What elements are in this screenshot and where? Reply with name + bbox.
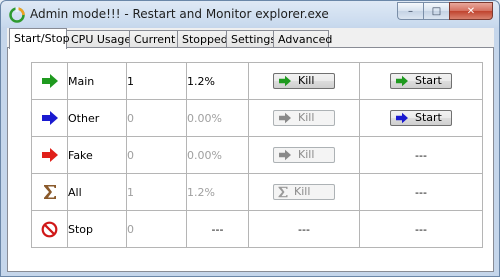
- kill-fake-button[interactable]: Kill: [273, 146, 335, 163]
- row-count: 1: [126, 62, 187, 100]
- row-cpu: 1.2%: [186, 173, 249, 211]
- tab-stopped[interactable]: Stopped: [177, 30, 228, 47]
- row-cpu: 0.00%: [186, 136, 249, 174]
- row-icon-cell: [31, 62, 68, 100]
- process-table: Main 1 1.2% Kill Start Other 0 0.00% Kil…: [31, 62, 483, 248]
- row-count: 1: [126, 173, 187, 211]
- kill-label: Kill: [298, 74, 315, 87]
- row-name: Stop: [67, 210, 127, 248]
- start-cell: Start: [359, 99, 483, 137]
- tab-advanced[interactable]: Advanced: [273, 30, 332, 47]
- row-count: 0: [126, 210, 187, 248]
- table-row-fake: Fake 0 0.00% Kill ---: [31, 136, 483, 174]
- green-arrow-icon: [396, 75, 408, 86]
- window-title: Admin mode!!! - Restart and Monitor expl…: [30, 7, 329, 21]
- start-placeholder: ---: [359, 210, 483, 248]
- red-arrow-icon: [41, 148, 58, 162]
- table-row-main: Main 1 1.2% Kill Start: [31, 62, 483, 100]
- row-cpu: 1.2%: [186, 62, 249, 100]
- tab-start-stop[interactable]: Start/Stop: [9, 28, 70, 49]
- sigma-icon: [278, 186, 288, 197]
- caption-buttons: – □ ✕: [397, 2, 493, 21]
- stop-icon: [41, 221, 58, 237]
- kill-main-button[interactable]: Kill: [273, 72, 335, 89]
- kill-cell: Kill: [248, 62, 360, 100]
- minimize-button[interactable]: –: [397, 2, 423, 20]
- row-count: 0: [126, 99, 187, 137]
- kill-label: Kill: [298, 111, 315, 124]
- title-bar[interactable]: Admin mode!!! - Restart and Monitor expl…: [1, 1, 499, 28]
- close-button[interactable]: ✕: [449, 2, 493, 20]
- tab-settings[interactable]: Settings: [226, 30, 276, 47]
- start-cell: Start: [359, 62, 483, 100]
- gray-arrow-icon: [279, 149, 291, 160]
- kill-label: Kill: [298, 148, 315, 161]
- kill-cell: Kill: [248, 136, 360, 174]
- start-label: Start: [415, 74, 442, 87]
- row-name: Main: [67, 62, 127, 100]
- blue-arrow-icon: [41, 111, 58, 125]
- client-area: Start/Stop CPU Usage Current Stopped Set…: [7, 28, 494, 272]
- tab-cpu-usage[interactable]: CPU Usage: [66, 30, 131, 47]
- tab-strip: Start/Stop CPU Usage Current Stopped Set…: [7, 28, 494, 49]
- kill-cell: Kill: [248, 173, 360, 211]
- row-icon-cell: [31, 136, 68, 174]
- start-placeholder: ---: [359, 173, 483, 211]
- row-cpu: 0.00%: [186, 99, 249, 137]
- row-cpu: ---: [186, 210, 249, 248]
- start-main-button[interactable]: Start: [390, 72, 452, 89]
- row-name: All: [67, 173, 127, 211]
- kill-placeholder: ---: [248, 210, 360, 248]
- green-arrow-icon: [279, 75, 291, 86]
- row-count: 0: [126, 136, 187, 174]
- row-icon-cell: [31, 99, 68, 137]
- maximize-button[interactable]: □: [423, 2, 449, 20]
- start-stop-panel: Main 1 1.2% Kill Start Other 0 0.00% Kil…: [7, 47, 494, 272]
- start-placeholder: ---: [359, 136, 483, 174]
- blue-arrow-icon: [396, 112, 408, 123]
- row-icon-cell: [31, 173, 68, 211]
- start-other-button[interactable]: Start: [390, 109, 452, 126]
- gray-arrow-icon: [279, 112, 291, 123]
- table-row-stop: Stop 0 --- --- ---: [31, 210, 483, 248]
- tab-current[interactable]: Current: [129, 30, 178, 47]
- app-window: Admin mode!!! - Restart and Monitor expl…: [0, 0, 500, 277]
- sigma-icon: [43, 185, 56, 199]
- row-name: Other: [67, 99, 127, 137]
- kill-all-button[interactable]: Kill: [273, 183, 335, 200]
- kill-label: Kill: [294, 185, 311, 198]
- green-arrow-icon: [41, 74, 58, 88]
- kill-other-button[interactable]: Kill: [273, 109, 335, 126]
- table-row-all: All 1 1.2% Kill ---: [31, 173, 483, 211]
- start-label: Start: [415, 111, 442, 124]
- row-name: Fake: [67, 136, 127, 174]
- row-icon-cell: [31, 210, 68, 248]
- kill-cell: Kill: [248, 99, 360, 137]
- table-row-other: Other 0 0.00% Kill Start: [31, 99, 483, 137]
- app-icon: [9, 7, 25, 23]
